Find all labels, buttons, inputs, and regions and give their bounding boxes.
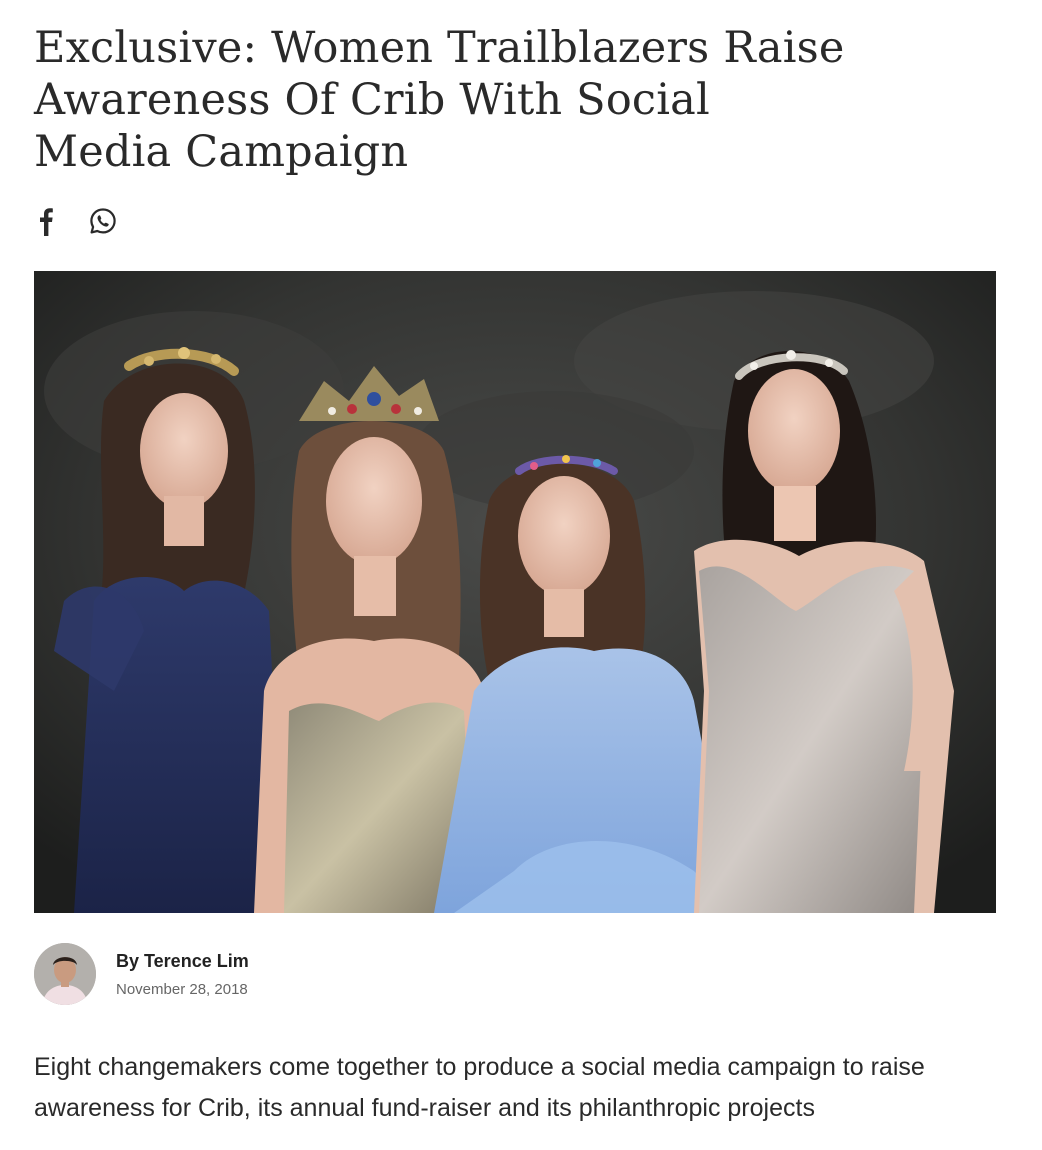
article-standfirst: Eight changemakers come together to prod… — [34, 1053, 925, 1122]
author-avatar[interactable] — [34, 943, 96, 1005]
byline: By Terence Lim November 28, 2018 — [34, 942, 249, 1006]
hero-image — [34, 271, 996, 913]
article: Exclusive: Women Trailblazers Raise Awar… — [34, 0, 996, 1122]
share-bar — [34, 204, 116, 240]
byline-text: By Terence Lim November 28, 2018 — [116, 950, 249, 999]
article-title: Exclusive: Women Trailblazers Raise Awar… — [34, 23, 845, 177]
author-link[interactable]: By Terence Lim — [116, 950, 249, 972]
whatsapp-share-button[interactable] — [88, 204, 116, 240]
author-avatar-image — [34, 943, 96, 1005]
publish-date: November 28, 2018 — [116, 980, 248, 998]
whatsapp-icon — [90, 208, 116, 234]
hero-photo — [34, 271, 996, 913]
facebook-icon — [40, 208, 53, 236]
facebook-share-button[interactable] — [34, 204, 62, 240]
